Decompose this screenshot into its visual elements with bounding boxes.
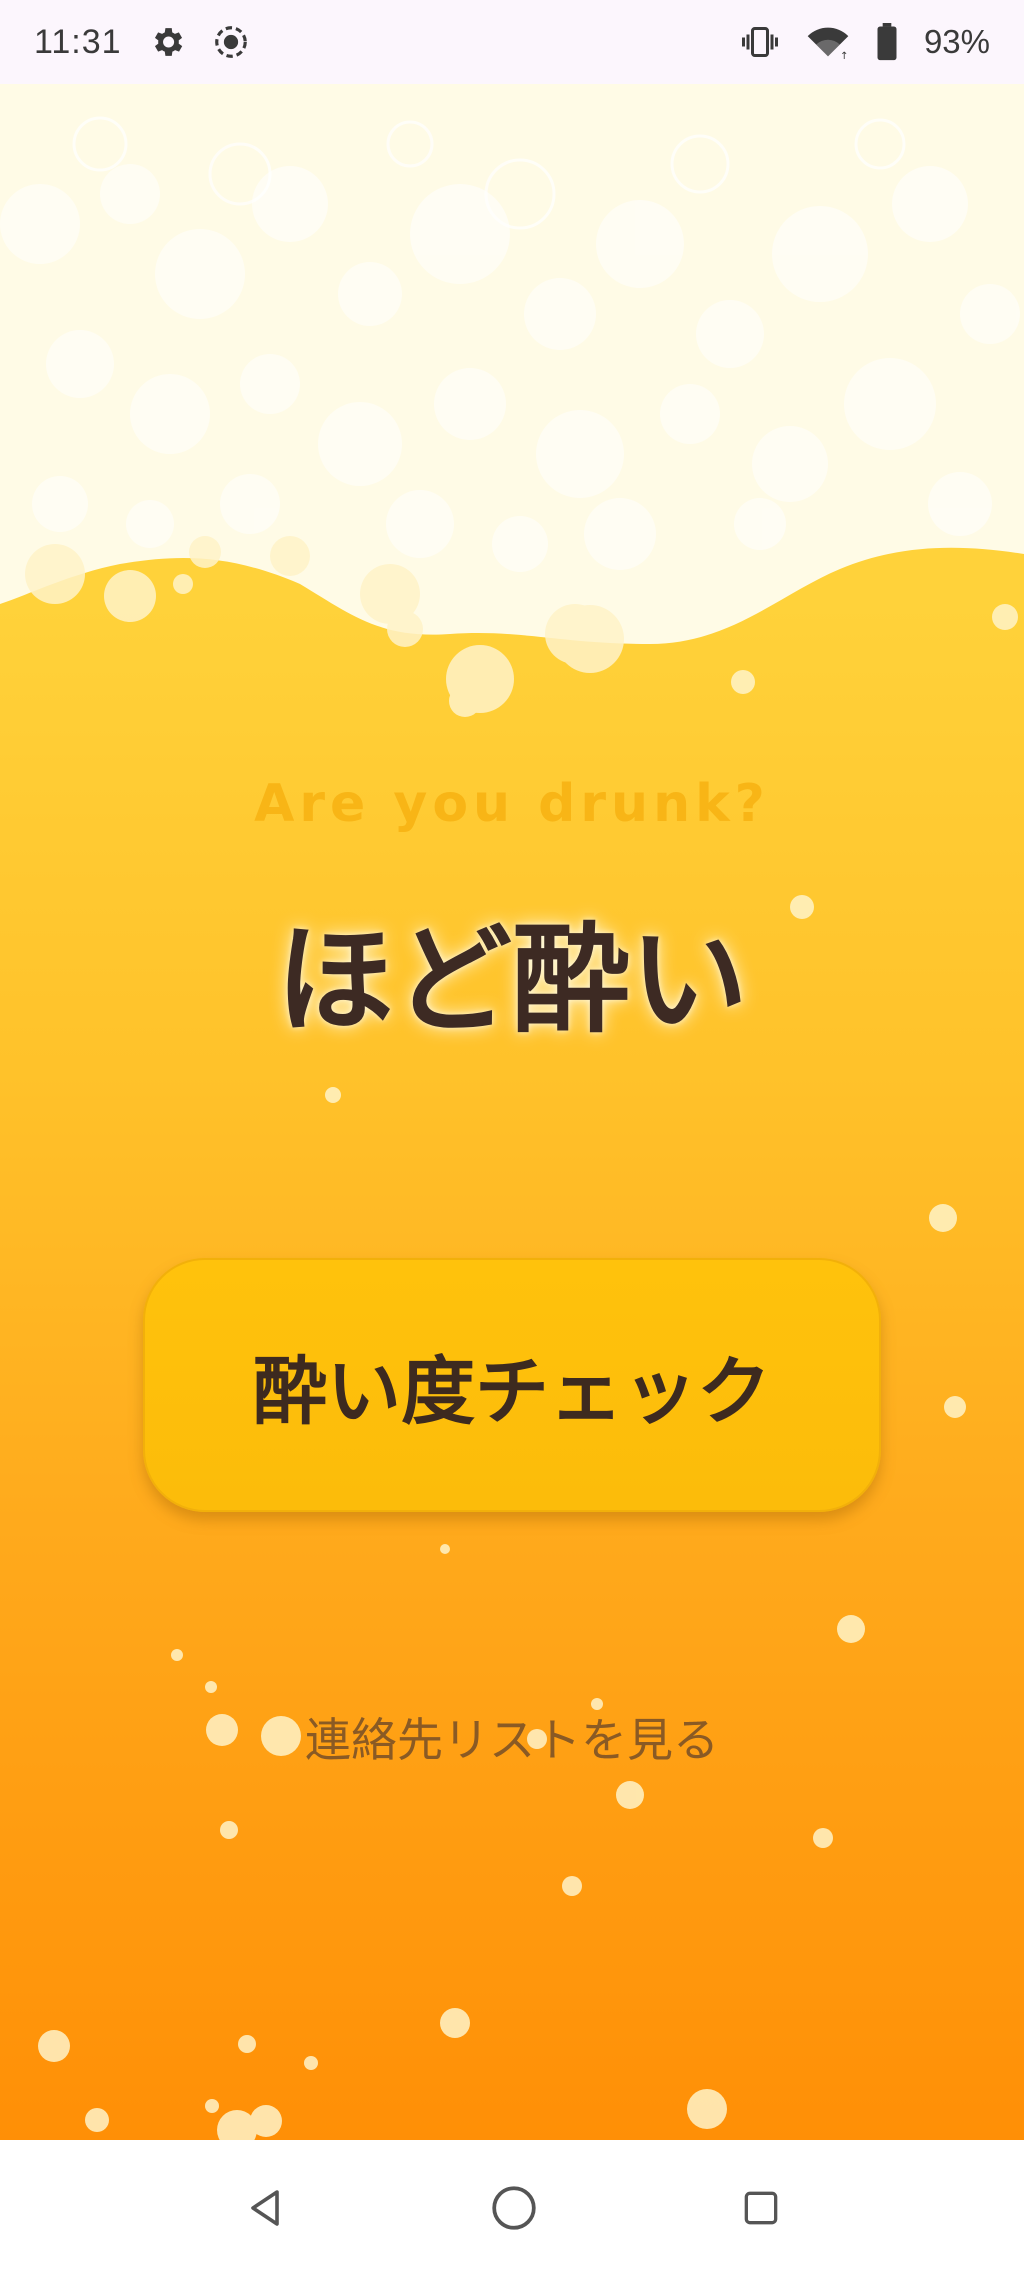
vibrate-icon [740,24,780,60]
bubbles-layer [25,536,1018,2140]
back-icon[interactable] [241,2184,289,2232]
svg-text:↑↓: ↑↓ [840,51,850,61]
subtitle-are-you-drunk: Are you drunk? [254,774,770,834]
screen-record-icon [212,23,250,61]
battery-percent: 93% [923,23,990,60]
beer-background: Are you drunk? ほど酔い 酔い度チェック 連絡先リストを見る [0,84,1024,2140]
app-title: ほど酔い [275,911,748,1049]
recents-icon[interactable] [739,2186,783,2230]
home-icon[interactable] [489,2183,539,2233]
status-time: 11:31 [34,22,122,61]
view-contacts-link[interactable]: 連絡先リストを見る [0,1704,1024,1770]
drunk-check-button[interactable]: 酔い度チェック [143,1258,881,1512]
gear-icon [148,23,186,61]
navigation-bar [0,2140,1024,2276]
battery-icon [876,23,898,61]
status-bar: 11:31 ↑↓ 93% [0,0,1024,84]
wifi-icon: ↑↓ [806,23,850,61]
